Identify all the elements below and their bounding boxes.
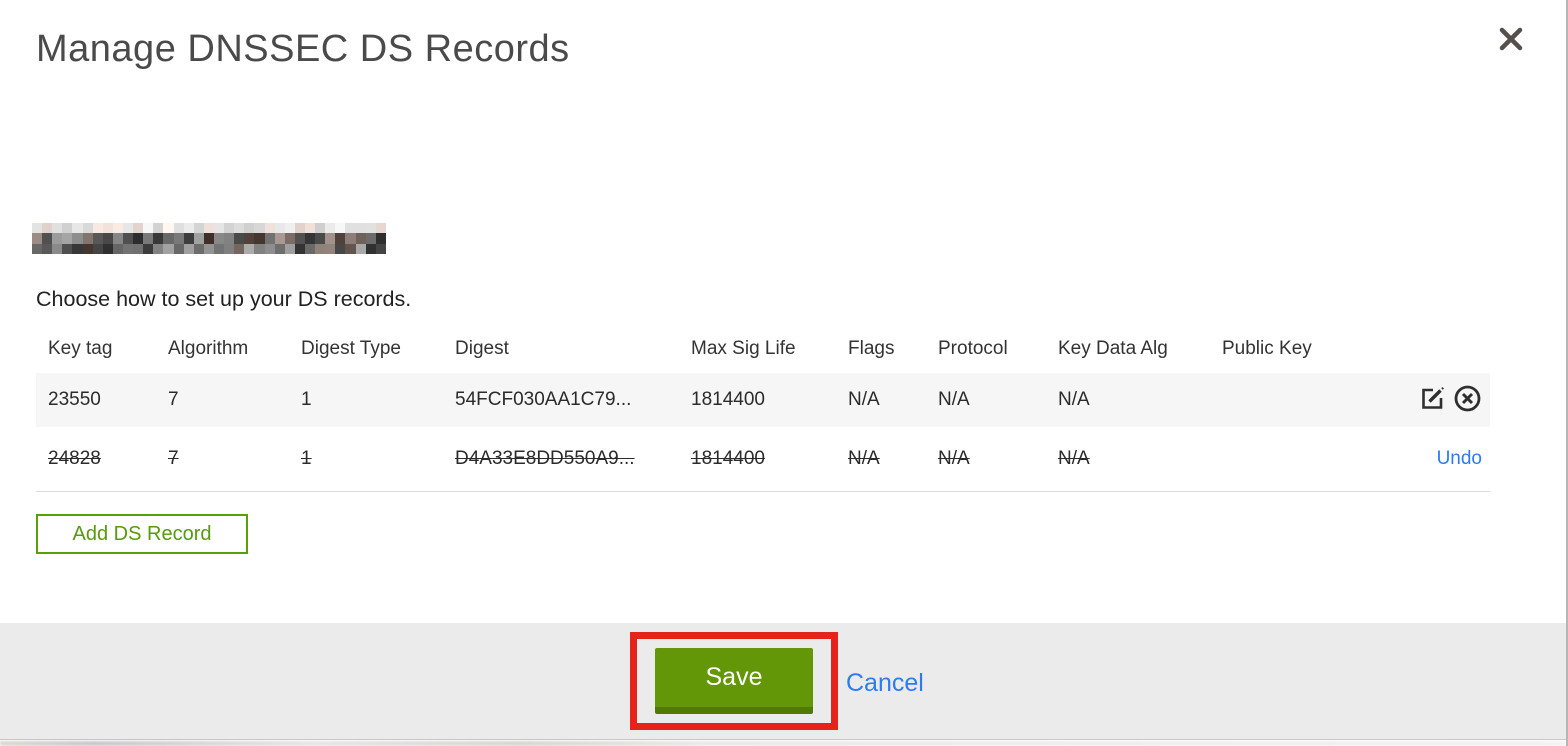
modal-footer: Save Cancel — [0, 623, 1566, 740]
cell-public-key — [1210, 373, 1362, 427]
row-actions: Undo — [1362, 427, 1490, 491]
cell-key-tag: 23550 — [48, 389, 101, 410]
ds-records-table: Key tag Algorithm Digest Type Digest Max… — [36, 325, 1490, 492]
cell-algorithm: 7 — [168, 447, 179, 469]
cell-digest: 54FCF030AA1C79... — [455, 389, 632, 410]
cell-digest-type: 1 — [301, 447, 312, 469]
col-header-key-data-alg: Key Data Alg — [1058, 338, 1168, 359]
cell-key-data-alg: N/A — [1058, 447, 1090, 469]
col-header-key-tag: Key tag — [48, 338, 113, 359]
col-header-actions — [1362, 325, 1490, 373]
cell-max-sig-life: 1814400 — [691, 447, 765, 469]
delete-record-button[interactable] — [1453, 384, 1482, 416]
underlying-page-edge — [0, 741, 1566, 746]
cell-digest: D4A33E8DD550A9... — [455, 447, 635, 469]
cell-algorithm: 7 — [168, 389, 179, 410]
cell-flags: N/A — [848, 389, 880, 410]
red-highlight-annotation: Save — [630, 632, 838, 730]
col-header-algorithm: Algorithm — [168, 338, 249, 359]
cell-max-sig-life: 1814400 — [691, 389, 765, 410]
table-row: 24828 7 1 D4A33E8DD550A9... 1814400 N/A … — [36, 427, 1490, 491]
close-icon-glyph — [1499, 27, 1523, 51]
intro-text: Choose how to set up your DS records. — [36, 287, 412, 311]
cell-public-key — [1210, 427, 1362, 491]
col-header-digest-type: Digest Type — [301, 338, 401, 359]
edit-icon — [1421, 387, 1444, 409]
undo-link[interactable]: Undo — [1437, 448, 1482, 469]
save-button[interactable]: Save — [655, 648, 813, 714]
edit-record-button[interactable] — [1419, 385, 1446, 415]
cancel-link[interactable]: Cancel — [846, 669, 924, 698]
delete-circle-x-icon — [1454, 385, 1481, 412]
col-header-max-sig-life: Max Sig Life — [691, 338, 796, 359]
col-header-digest: Digest — [455, 338, 509, 359]
table-header-row: Key tag Algorithm Digest Type Digest Max… — [36, 325, 1490, 373]
redacted-domain-name — [32, 223, 386, 254]
cell-protocol: N/A — [938, 447, 970, 469]
col-header-protocol: Protocol — [938, 338, 1008, 359]
manage-dnssec-modal: Manage DNSSEC DS Records Choose how to s… — [0, 0, 1568, 746]
col-header-public-key: Public Key — [1222, 338, 1312, 359]
table-row: 23550 7 1 54FCF030AA1C79... 1814400 N/A … — [36, 373, 1490, 427]
cell-digest-type: 1 — [301, 389, 312, 410]
cell-protocol: N/A — [938, 389, 970, 410]
cell-flags: N/A — [848, 447, 880, 469]
cell-key-data-alg: N/A — [1058, 389, 1090, 410]
close-icon[interactable] — [1496, 24, 1526, 54]
row-actions — [1362, 373, 1490, 427]
add-ds-record-button[interactable]: Add DS Record — [36, 514, 248, 554]
col-header-flags: Flags — [848, 338, 895, 359]
page-title: Manage DNSSEC DS Records — [36, 28, 570, 70]
cell-key-tag: 24828 — [48, 447, 101, 469]
